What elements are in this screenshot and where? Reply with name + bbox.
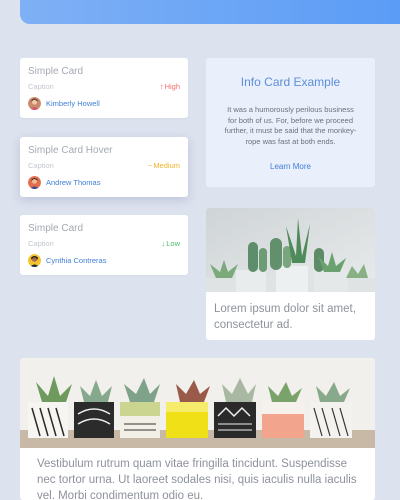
arrow-up-icon: ↑ <box>159 82 164 91</box>
priority-badge: ↑High <box>160 82 180 91</box>
info-card: Info Card Example It was a humorously pe… <box>206 58 375 187</box>
card-caption: Caption <box>28 239 54 248</box>
card-title: Simple Card Hover <box>28 145 113 156</box>
priority-badge: ↓Low <box>161 239 180 248</box>
card-caption: Caption <box>28 161 54 170</box>
card-user-name[interactable]: Kimberly Howell <box>46 99 100 108</box>
priority-label: Low <box>166 239 180 248</box>
simple-card[interactable]: Simple Card Caption ↑High Kimberly Howel… <box>20 58 188 118</box>
cactus-card-text: Lorem ipsum dolor sit amet, consectetur … <box>214 303 356 331</box>
top-banner <box>20 0 400 24</box>
avatar <box>28 254 41 267</box>
arrow-down-icon: ↓ <box>161 239 166 248</box>
card-user-name[interactable]: Cynthia Contreras <box>46 256 106 265</box>
simple-card[interactable]: Simple Card Caption ↓Low Cynthia Contrer… <box>20 215 188 275</box>
priority-label: Medium <box>153 161 180 170</box>
avatar <box>28 176 41 189</box>
card-user-name[interactable]: Andrew Thomas <box>46 178 100 187</box>
succulent-image <box>20 358 375 448</box>
cactus-image-card[interactable]: Lorem ipsum dolor sit amet, consectetur … <box>206 208 375 340</box>
tilde-icon: ~ <box>147 161 153 170</box>
cactus-image <box>206 208 375 292</box>
card-caption: Caption <box>28 82 54 91</box>
succulent-image-card[interactable]: Vestibulum rutrum quam vitae fringilla t… <box>20 358 375 500</box>
avatar <box>28 97 41 110</box>
simple-card-hover[interactable]: Simple Card Hover Caption ~Medium Andrew… <box>20 137 188 197</box>
priority-label: High <box>164 82 180 91</box>
learn-more-link[interactable]: Learn More <box>206 162 375 171</box>
info-card-text: It was a humorously perilous business fo… <box>224 105 357 146</box>
priority-badge: ~Medium <box>148 161 180 170</box>
info-card-title: Info Card Example <box>240 75 341 89</box>
card-title: Simple Card <box>28 66 84 77</box>
succulent-card-text: Vestibulum rutrum quam vitae fringilla t… <box>37 458 357 500</box>
card-title: Simple Card <box>28 223 84 234</box>
